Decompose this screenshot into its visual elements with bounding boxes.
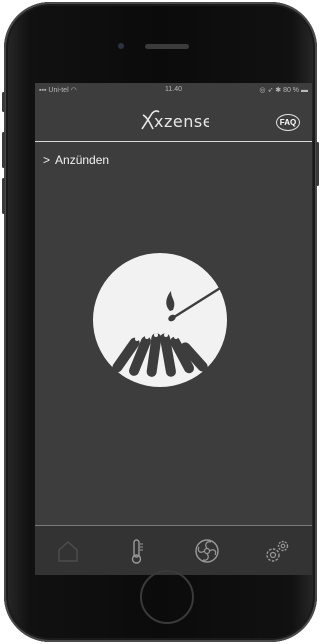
front-camera — [118, 43, 124, 49]
battery-percent: 80 % — [283, 87, 300, 94]
thermometer-icon — [131, 539, 143, 564]
power-button — [316, 142, 319, 186]
home-icon — [58, 540, 78, 562]
gears-icon — [266, 540, 289, 562]
volume-down-button — [2, 178, 5, 214]
xzense-logo: xzense — [139, 107, 213, 138]
logo-text: xzense — [154, 112, 209, 131]
tab-bar — [35, 525, 312, 575]
tab-fan[interactable] — [192, 536, 222, 566]
home-button[interactable] — [140, 570, 194, 624]
app-screen: ▪▪▪ Uni-tel ◠ 11.40 ◎ ➶ ✱ 80 % ▬ xzense … — [35, 83, 312, 575]
chevron-right-icon: > — [43, 153, 51, 167]
tab-settings[interactable] — [262, 536, 292, 566]
faq-button[interactable]: FAQ — [276, 114, 300, 131]
mute-switch — [2, 92, 5, 112]
ignite-button[interactable] — [93, 253, 227, 387]
earpiece-speaker — [145, 44, 189, 49]
phone-frame: ▪▪▪ Uni-tel ◠ 11.40 ◎ ➶ ✱ 80 % ▬ xzense … — [2, 2, 319, 642]
header-divider — [35, 141, 312, 142]
logo-mark: xzense — [141, 110, 213, 131]
breadcrumb[interactable]: > Anzünden — [43, 153, 109, 167]
battery-status: ◎ ➶ ✱ 80 % ▬ — [259, 87, 308, 94]
tab-temperature[interactable] — [122, 536, 152, 566]
status-bar: ▪▪▪ Uni-tel ◠ 11.40 ◎ ➶ ✱ 80 % ▬ — [35, 83, 312, 97]
fan-icon — [195, 539, 219, 563]
volume-up-button — [2, 132, 5, 168]
campfire-match-icon — [112, 283, 227, 377]
app-header: xzense FAQ — [35, 97, 312, 141]
breadcrumb-label: Anzünden — [55, 153, 110, 167]
tab-home[interactable] — [53, 536, 83, 566]
